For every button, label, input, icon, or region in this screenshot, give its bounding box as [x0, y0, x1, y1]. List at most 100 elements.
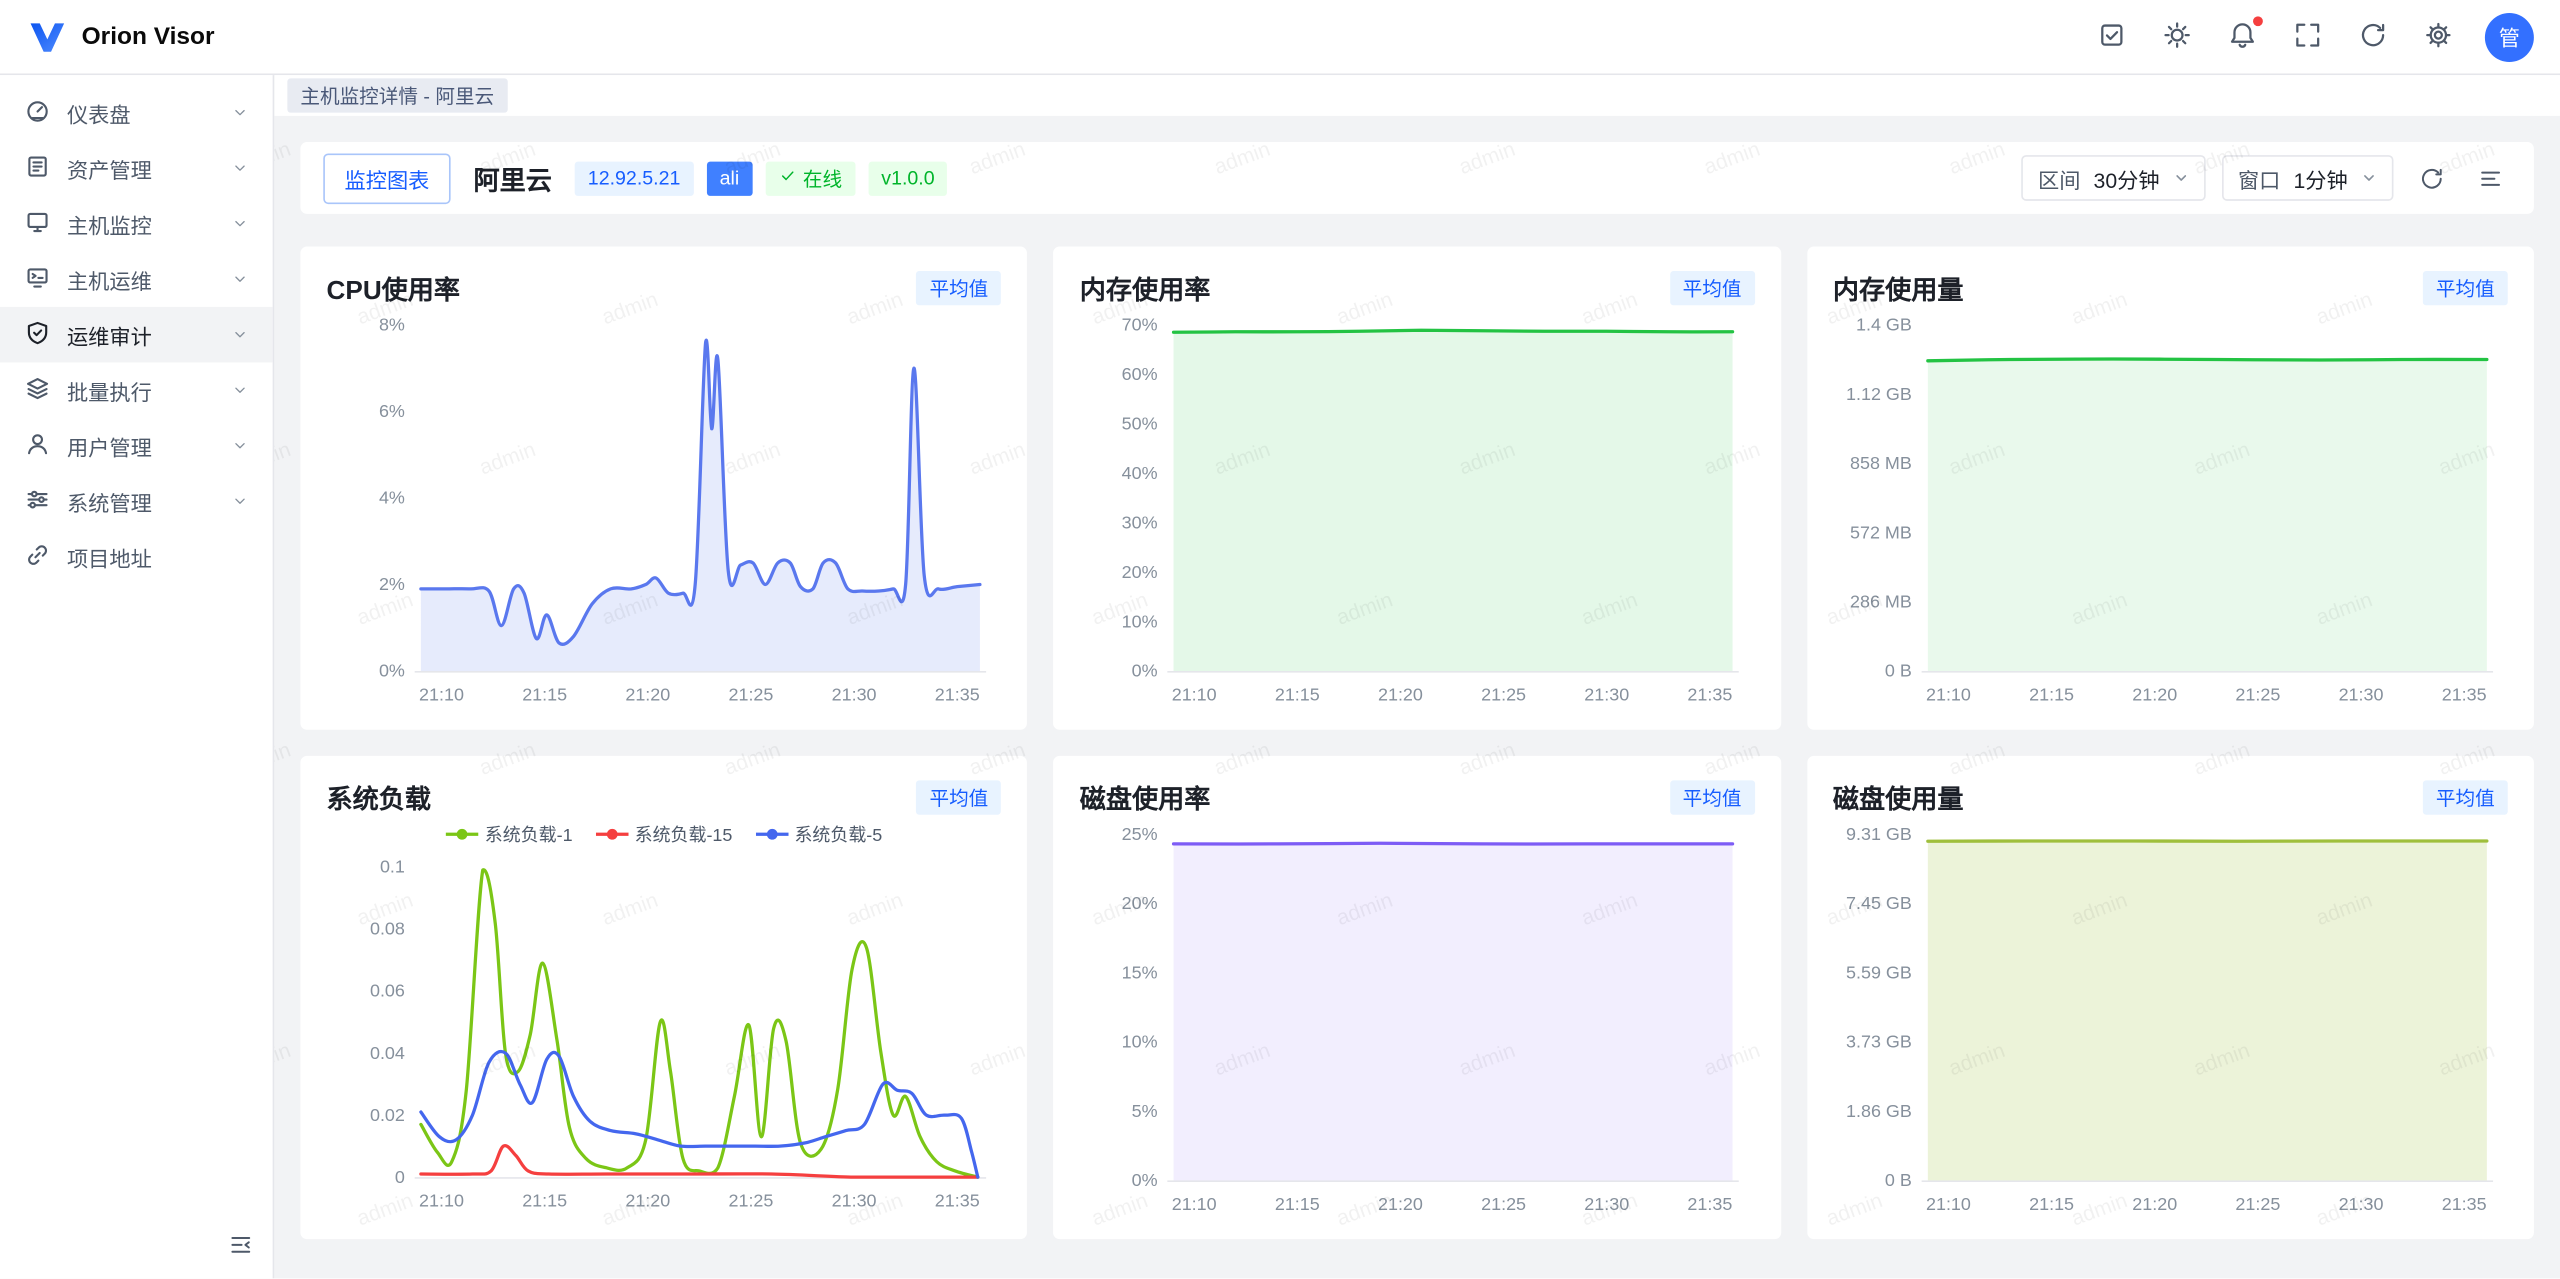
host-tags: 12.92.5.21ali在线v1.0.0	[575, 161, 948, 195]
sidebar-item-3[interactable]: 主机监控	[0, 196, 273, 252]
svg-text:60%: 60%	[1122, 364, 1158, 384]
legend-item[interactable]: 系统负载-15	[595, 821, 732, 847]
sidebar-item-label: 批量执行	[67, 375, 211, 406]
svg-text:0: 0	[395, 1167, 405, 1187]
svg-text:25%: 25%	[1122, 824, 1158, 844]
svg-text:21:30: 21:30	[832, 684, 877, 704]
chevron-down-icon	[2173, 170, 2189, 186]
fullscreen-icon	[2293, 20, 2321, 53]
list-icon	[2478, 166, 2502, 190]
svg-text:21:20: 21:20	[1379, 1194, 1424, 1214]
svg-text:858 MB: 858 MB	[1849, 453, 1911, 473]
svg-text:5%: 5%	[1132, 1101, 1158, 1121]
svg-text:21:35: 21:35	[1688, 1194, 1733, 1214]
chart-title: 内存使用量	[1833, 268, 1964, 307]
fullscreen-button[interactable]	[2282, 12, 2331, 61]
svg-text:21:10: 21:10	[1925, 684, 1970, 704]
dashboard-icon	[24, 97, 50, 128]
chevron-down-icon	[227, 382, 253, 398]
sidebar-item-1[interactable]: 仪表盘	[0, 85, 273, 141]
sidebar-item-4[interactable]: 主机运维	[0, 251, 273, 307]
interval-label: 区间	[2038, 162, 2080, 193]
sidebar-item-2[interactable]: 资产管理	[0, 140, 273, 196]
legend-item[interactable]: 系统负载-1	[446, 821, 573, 847]
svg-text:0.04: 0.04	[370, 1043, 405, 1063]
notifications-button[interactable]	[2217, 12, 2266, 61]
chevron-down-icon	[227, 438, 253, 454]
breadcrumb-tag[interactable]: 主机监控详情 - 阿里云	[287, 78, 507, 112]
layout-list-button[interactable]	[2469, 157, 2511, 199]
theme-button[interactable]	[2152, 12, 2201, 61]
sidebar-item-label: 仪表盘	[67, 97, 211, 128]
app-logo: Orion Visor	[26, 16, 214, 58]
sidebar-item-label: 用户管理	[67, 430, 211, 461]
interval-select[interactable]: 区间 30分钟	[2022, 155, 2206, 201]
toolbar-right: 区间 30分钟 窗口 1分钟	[2022, 155, 2511, 201]
svg-text:21:20: 21:20	[2132, 684, 2177, 704]
todo-button[interactable]	[2087, 12, 2136, 61]
window-select[interactable]: 窗口 1分钟	[2222, 155, 2394, 201]
memory-usage-percent-card: 内存使用率平均值0%10%20%30%40%50%60%70%21:1021:1…	[1054, 247, 1781, 730]
settings-button[interactable]	[2413, 12, 2462, 61]
window-label: 窗口	[2238, 162, 2280, 193]
sidebar-item-9[interactable]: 项目地址	[0, 529, 273, 585]
svg-text:10%: 10%	[1122, 1032, 1158, 1052]
chart-title: 磁盘使用量	[1833, 777, 1964, 816]
monitor-chart-button[interactable]: 监控图表	[323, 153, 450, 204]
host-toolbar: 监控图表 阿里云 12.92.5.21ali在线v1.0.0 区间 30分钟 窗…	[300, 142, 2533, 214]
gear-icon	[2424, 20, 2452, 53]
chevron-down-icon	[227, 104, 253, 120]
memory-usage-percent-chart: 0%10%20%30%40%50%60%70%21:1021:1521:2021…	[1080, 309, 1754, 714]
svg-text:21:20: 21:20	[2132, 1194, 2177, 1214]
sun-icon	[2162, 20, 2190, 53]
sidebar-item-7[interactable]: 用户管理	[0, 418, 273, 474]
svg-text:3.73 GB: 3.73 GB	[1845, 1032, 1911, 1052]
svg-text:21:15: 21:15	[522, 1191, 567, 1211]
sidebar: 仪表盘资产管理主机监控主机运维运维审计批量执行用户管理系统管理项目地址	[0, 75, 274, 1279]
chart-refresh-button[interactable]	[2410, 157, 2452, 199]
host-monitor-icon	[24, 208, 50, 239]
svg-text:21:25: 21:25	[2235, 1194, 2280, 1214]
collapse-sidebar-button[interactable]	[229, 1233, 253, 1262]
svg-text:4%: 4%	[379, 488, 405, 508]
svg-text:9.31 GB: 9.31 GB	[1845, 824, 1911, 844]
asset-icon	[24, 153, 50, 184]
legend-item[interactable]: 系统负载-5	[755, 821, 882, 847]
sidebar-item-5[interactable]: 运维审计	[0, 307, 273, 363]
sidebar-item-8[interactable]: 系统管理	[0, 473, 273, 529]
svg-text:21:25: 21:25	[1482, 1194, 1527, 1214]
interval-value: 30分钟	[2094, 162, 2160, 193]
disk-usage-percent-chart: 0%5%10%15%20%25%21:1021:1521:2021:2521:3…	[1080, 818, 1754, 1223]
chevron-down-icon	[227, 160, 253, 176]
svg-text:21:35: 21:35	[2441, 1194, 2486, 1214]
svg-text:21:20: 21:20	[1379, 684, 1424, 704]
cpu-usage-chart: 0%2%4%6%8%21:1021:1521:2021:2521:3021:35	[327, 309, 1001, 714]
svg-text:1.12 GB: 1.12 GB	[1845, 384, 1911, 404]
top-header: Orion Visor 管	[0, 0, 2560, 75]
disk-usage-amount-card: 磁盘使用量平均值0 B1.86 GB3.73 GB5.59 GB7.45 GB9…	[1807, 756, 2534, 1239]
system-icon	[24, 486, 50, 517]
svg-text:0.1: 0.1	[380, 857, 405, 877]
svg-text:572 MB: 572 MB	[1849, 522, 1911, 542]
sidebar-item-6[interactable]: 批量执行	[0, 362, 273, 418]
sidebar-item-label: 系统管理	[67, 486, 211, 517]
chevron-down-icon	[227, 493, 253, 509]
average-value-badge: 平均值	[1670, 780, 1755, 814]
svg-text:20%: 20%	[1122, 893, 1158, 913]
app-root: Orion Visor 管 仪表盘资产管理主机监控主机运维运维审计批量执行用户管…	[0, 0, 2560, 1279]
svg-text:286 MB: 286 MB	[1849, 592, 1911, 612]
svg-text:21:35: 21:35	[935, 684, 980, 704]
svg-text:0%: 0%	[1132, 1170, 1158, 1190]
window-value: 1分钟	[2293, 162, 2347, 193]
header-actions: 管	[2087, 12, 2534, 61]
host-tag: 12.92.5.21	[575, 161, 694, 195]
svg-text:8%: 8%	[379, 315, 405, 335]
svg-text:5.59 GB: 5.59 GB	[1845, 962, 1911, 982]
cpu-usage-card: CPU使用率平均值0%2%4%6%8%21:1021:1521:2021:252…	[300, 247, 1027, 730]
chevron-down-icon	[227, 327, 253, 343]
check-icon	[778, 167, 796, 190]
refresh-button[interactable]	[2348, 12, 2397, 61]
user-avatar[interactable]: 管	[2485, 12, 2534, 61]
host-tag: 在线	[765, 161, 855, 195]
sidebar-item-label: 资产管理	[67, 153, 211, 184]
